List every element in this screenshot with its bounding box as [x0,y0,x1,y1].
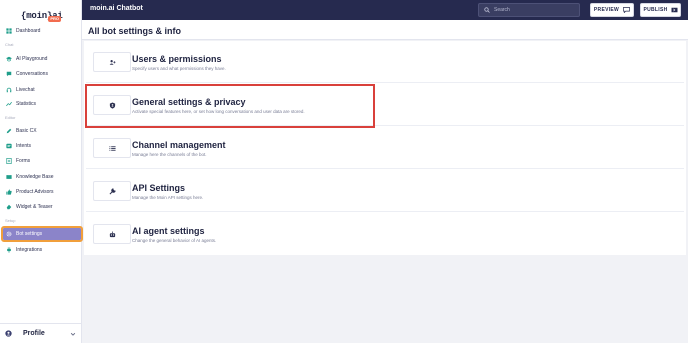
settings-list: Users & permissions Specify users and wh… [84,41,686,255]
sidebar-item-label: Knowledge Base [16,174,54,180]
card-title: AI agent settings [132,226,205,236]
sidebar: {moin}ai PRO Dashboard Chat AI Playgroun… [0,0,83,343]
chat-bubble-icon [6,71,12,77]
plug-icon [6,247,12,253]
graduation-cap-icon [6,56,12,62]
sidebar-item-label: Statistics [16,101,37,107]
card-title: Channel management [132,140,226,150]
headset-icon [6,87,12,93]
sidebar-item-knowledge-base[interactable]: Knowledge Base [3,171,81,183]
card-title: Users & permissions [132,54,222,64]
card-api-settings[interactable]: API Settings Manage the Moin API setting… [86,170,684,212]
robot-icon [93,224,131,244]
sidebar-item-ai-playground[interactable]: AI Playground [3,53,81,65]
intents-icon [6,143,12,149]
card-title: General settings & privacy [132,97,246,107]
preview-label: PREVIEW [593,7,620,13]
book-icon [6,174,12,180]
sidebar-item-label: Basic CX [16,128,37,134]
publish-button[interactable]: PUBLISH [640,3,681,17]
sidebar-item-livechat[interactable]: Livechat [3,84,81,96]
list-icon [93,138,131,158]
card-description: Manage here the channels of the bot. [132,152,207,157]
publish-label: PUBLISH [643,7,668,13]
form-icon [6,158,12,164]
sidebar-item-label: Forms [16,158,31,164]
widget-icon [6,204,12,210]
sidebar-item-forms[interactable]: Forms [3,155,81,167]
sidebar-item-bot-settings[interactable]: Bot settings [1,226,83,242]
shield-user-icon [93,95,131,115]
search-input[interactable] [494,7,574,13]
gear-icon [6,231,12,237]
sidebar-item-label: AI Playground [16,56,48,62]
sidebar-item-integrations[interactable]: Integrations [3,244,81,256]
sidebar-item-label: Integrations [16,247,43,253]
users-icon [93,52,131,72]
dashboard-icon [6,28,12,34]
chevron-down-icon [70,332,76,336]
card-channel-management[interactable]: Channel management Manage here the chann… [86,127,684,169]
sidebar-item-label: Bot settings [16,231,43,237]
card-users-permissions[interactable]: Users & permissions Specify users and wh… [86,41,684,83]
page-title: All bot settings & info [88,26,181,36]
section-label-chat: Chat [5,42,14,47]
sidebar-item-widget-teaser[interactable]: Widget & Teaser [3,201,81,213]
card-description: Change the general behavior of AI agents… [132,238,217,243]
profile-label: Profile [23,330,45,337]
profile-menu[interactable]: Profile [0,323,82,343]
sidebar-item-label: Product Advisors [16,189,54,195]
app-title: moin.ai Chatbot [90,5,143,12]
sidebar-item-statistics[interactable]: Statistics [3,98,81,110]
card-description: Specify users and what permissions they … [132,66,226,71]
sidebar-item-label: Dashboard [16,28,41,34]
sidebar-item-basic-cx[interactable]: Basic CX [3,125,81,137]
chat-preview-icon [623,7,630,13]
sidebar-item-label: Conversations [16,71,48,77]
pencil-icon [6,128,12,134]
search-icon [484,7,490,13]
sidebar-item-product-advisors[interactable]: Product Advisors [3,186,81,198]
page-header: All bot settings & info [82,20,688,40]
sidebar-item-dashboard[interactable]: Dashboard [3,25,81,37]
card-description: Manage the Moin API settings here. [132,195,204,200]
card-title: API Settings [132,183,186,193]
sidebar-item-label: Widget & Teaser [16,204,53,210]
search-box[interactable] [478,3,580,17]
sidebar-item-conversations[interactable]: Conversations [3,68,81,80]
sidebar-item-label: Livechat [16,87,35,93]
sidebar-item-label: Intents [16,143,32,149]
send-icon [671,7,678,13]
logo-badge: PRO [48,16,61,22]
wrench-icon [93,181,131,201]
sidebar-item-intents[interactable]: Intents [3,140,81,152]
section-label-editor: Editor [5,115,16,120]
top-bar: moin.ai Chatbot PREVIEW PUBLISH [82,0,688,20]
card-description: Activate special features here, or set h… [132,109,305,114]
moin-logo[interactable]: {moin}ai PRO [21,5,63,23]
section-label-setup: Setup [5,218,16,223]
card-ai-agent-settings[interactable]: AI agent settings Change the general beh… [86,213,684,255]
thumbs-up-icon [6,189,12,195]
user-avatar-icon [5,330,12,337]
card-general-settings-privacy[interactable]: General settings & privacy Activate spec… [86,84,684,126]
chart-line-icon [6,101,12,107]
preview-button[interactable]: PREVIEW [590,3,634,17]
